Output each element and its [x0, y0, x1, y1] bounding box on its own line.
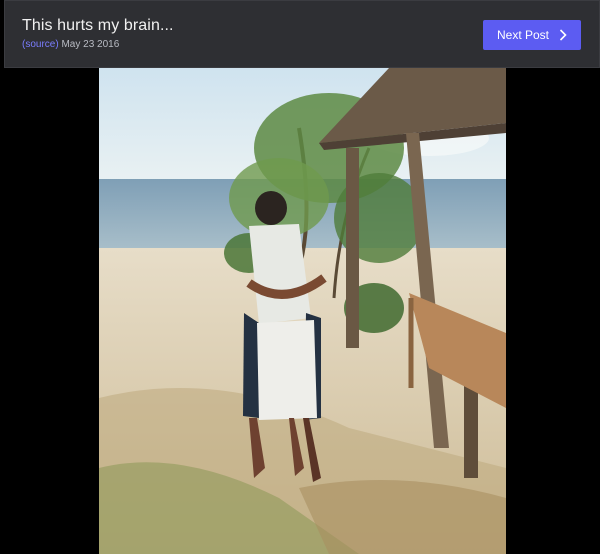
next-post-button[interactable]: Next Post — [483, 20, 581, 50]
chevron-right-icon — [559, 29, 567, 41]
next-post-label: Next Post — [496, 28, 550, 42]
post-meta: (source) May 23 2016 — [22, 39, 119, 50]
source-link[interactable]: (source) — [22, 39, 59, 50]
post-title: This hurts my brain... — [22, 17, 174, 34]
post-photo — [99, 68, 506, 554]
hut-post — [346, 148, 359, 348]
post-date: May 23 2016 — [61, 39, 120, 50]
post-header: This hurts my brain... (source) May 23 2… — [4, 0, 600, 68]
